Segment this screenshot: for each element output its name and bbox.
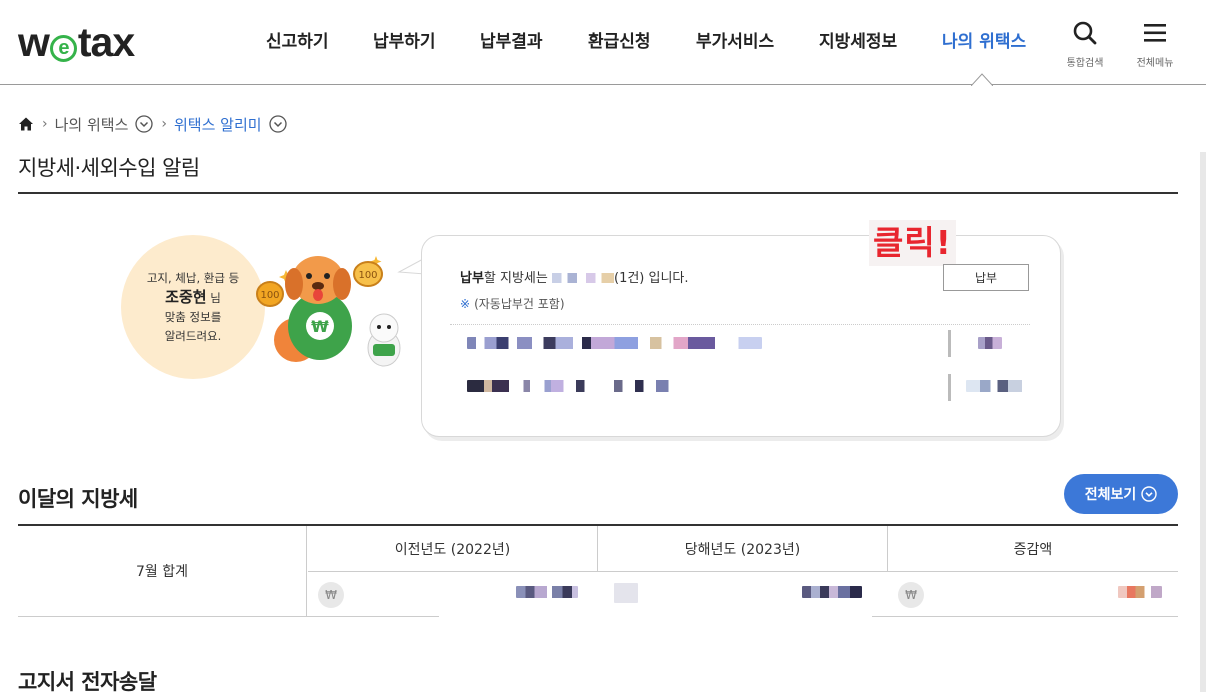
month-tax-table: 7월 합계 이전년도 (2022년) 당해년도 (2023년) 증감액 ₩ ₩: [18, 526, 1178, 617]
breadcrumb-level2[interactable]: 위택스 알리미: [174, 114, 262, 135]
divider: [18, 192, 1178, 194]
col-header-this-year: 당해년도 (2023년): [598, 526, 887, 572]
row-header-july-total: 7월 합계: [18, 526, 307, 616]
user-name-suffix: 님: [210, 291, 221, 305]
nav-item-refund[interactable]: 환급신청: [588, 30, 651, 54]
scrollbar[interactable]: [1200, 152, 1206, 692]
pay-text: 할 지방세는: [483, 271, 548, 286]
nav-item-report[interactable]: 신고하기: [266, 30, 329, 54]
col-header-diff: 증감액: [888, 526, 1178, 572]
top-header: w e tax 신고하기 납부하기 납부결과 환급신청 부가서비스 지방세정보 나의…: [0, 0, 1206, 86]
notice-bubble: 고지, 체납, 환급 등 조중현 님 맞춤 정보를 알려드려요.: [121, 235, 265, 379]
notice-line3: 알려드려요.: [164, 329, 222, 343]
blurred-prev-amount: [516, 586, 578, 598]
section-title-month-tax: 이달의 지방세: [18, 487, 138, 511]
search-button[interactable]: 통합검색: [1055, 20, 1115, 69]
hamburger-menu-icon: [1144, 24, 1166, 42]
blurred-currency: [614, 583, 638, 603]
breadcrumb-level1[interactable]: 나의 위택스: [55, 114, 129, 135]
svg-text:100: 100: [260, 290, 279, 301]
nav-item-extra-services[interactable]: 부가서비스: [696, 30, 774, 54]
pay-keyword: 납부: [460, 271, 484, 286]
blurred-amount: [552, 273, 614, 283]
view-all-label: 전체보기: [1084, 487, 1137, 503]
svg-text:₩: ₩: [311, 317, 329, 336]
all-menu-button[interactable]: 전체메뉴: [1125, 20, 1185, 69]
svg-text:100: 100: [358, 270, 377, 281]
nav-item-pay-result[interactable]: 납부결과: [480, 30, 543, 54]
cell-this-year: [598, 573, 887, 616]
blurred-tax-value-1: [978, 337, 1002, 349]
wetax-logo[interactable]: w e tax: [18, 20, 135, 64]
pay-tail: 입니다.: [648, 271, 689, 286]
cell-diff: ₩: [888, 573, 1178, 616]
nav-item-my-wetax[interactable]: 나의 위택스: [942, 30, 1026, 54]
search-icon: [1073, 21, 1097, 45]
note-mark: ※: [460, 297, 471, 311]
auto-pay-note: ※ (자동납부건 포함): [460, 295, 565, 312]
view-all-button[interactable]: 전체보기: [1064, 474, 1178, 514]
pay-button[interactable]: 납부: [943, 264, 1029, 291]
chevron-right-icon: ›: [161, 116, 167, 132]
divider: [948, 374, 951, 401]
active-nav-caret-icon: [971, 73, 993, 86]
blurred-tax-value-2: [966, 380, 1036, 392]
section-title-e-bill: 고지서 전자송달: [18, 670, 157, 694]
cover: [439, 614, 872, 620]
note-text: (자동납부건 포함): [474, 297, 565, 311]
blurred-diff-amount: [1118, 586, 1162, 598]
chevron-down-circle-icon[interactable]: [268, 115, 287, 133]
cell-prev-year: ₩: [308, 573, 597, 616]
divider: [450, 324, 1030, 325]
all-menu-label: 전체메뉴: [1136, 58, 1174, 69]
blurred-tax-item-2: [467, 380, 677, 392]
user-name: 조중현: [165, 288, 207, 306]
divider: [948, 330, 951, 357]
pay-count: (1건): [614, 271, 645, 286]
notice-line1: 고지, 체납, 환급 등: [146, 271, 240, 285]
chevron-down-circle-icon: [1141, 486, 1157, 502]
blurred-this-amount: [802, 586, 862, 598]
breadcrumb: › 나의 위택스 › 위택스 알리미: [18, 113, 287, 135]
blurred-tax-item-1: [467, 337, 762, 349]
won-icon: ₩: [898, 582, 924, 608]
page-title: 지방세·세외수입 알림: [18, 156, 200, 180]
col-header-prev-year: 이전년도 (2022년): [308, 526, 597, 572]
pay-summary: 납부할 지방세는 (1건) 입니다.: [460, 267, 689, 286]
won-icon: ₩: [318, 582, 344, 608]
nav-item-local-tax-info[interactable]: 지방세정보: [819, 30, 897, 54]
nav-item-pay[interactable]: 납부하기: [373, 30, 436, 54]
click-callout: 클릭!: [869, 220, 956, 266]
notice-line2: 맞춤 정보를: [164, 310, 222, 324]
home-icon[interactable]: [18, 116, 34, 132]
mascot-illustration: 100 100 ₩: [256, 256, 401, 367]
search-label: 통합검색: [1066, 58, 1104, 69]
chevron-right-icon: ›: [42, 116, 48, 132]
chevron-down-circle-icon[interactable]: [135, 115, 154, 133]
